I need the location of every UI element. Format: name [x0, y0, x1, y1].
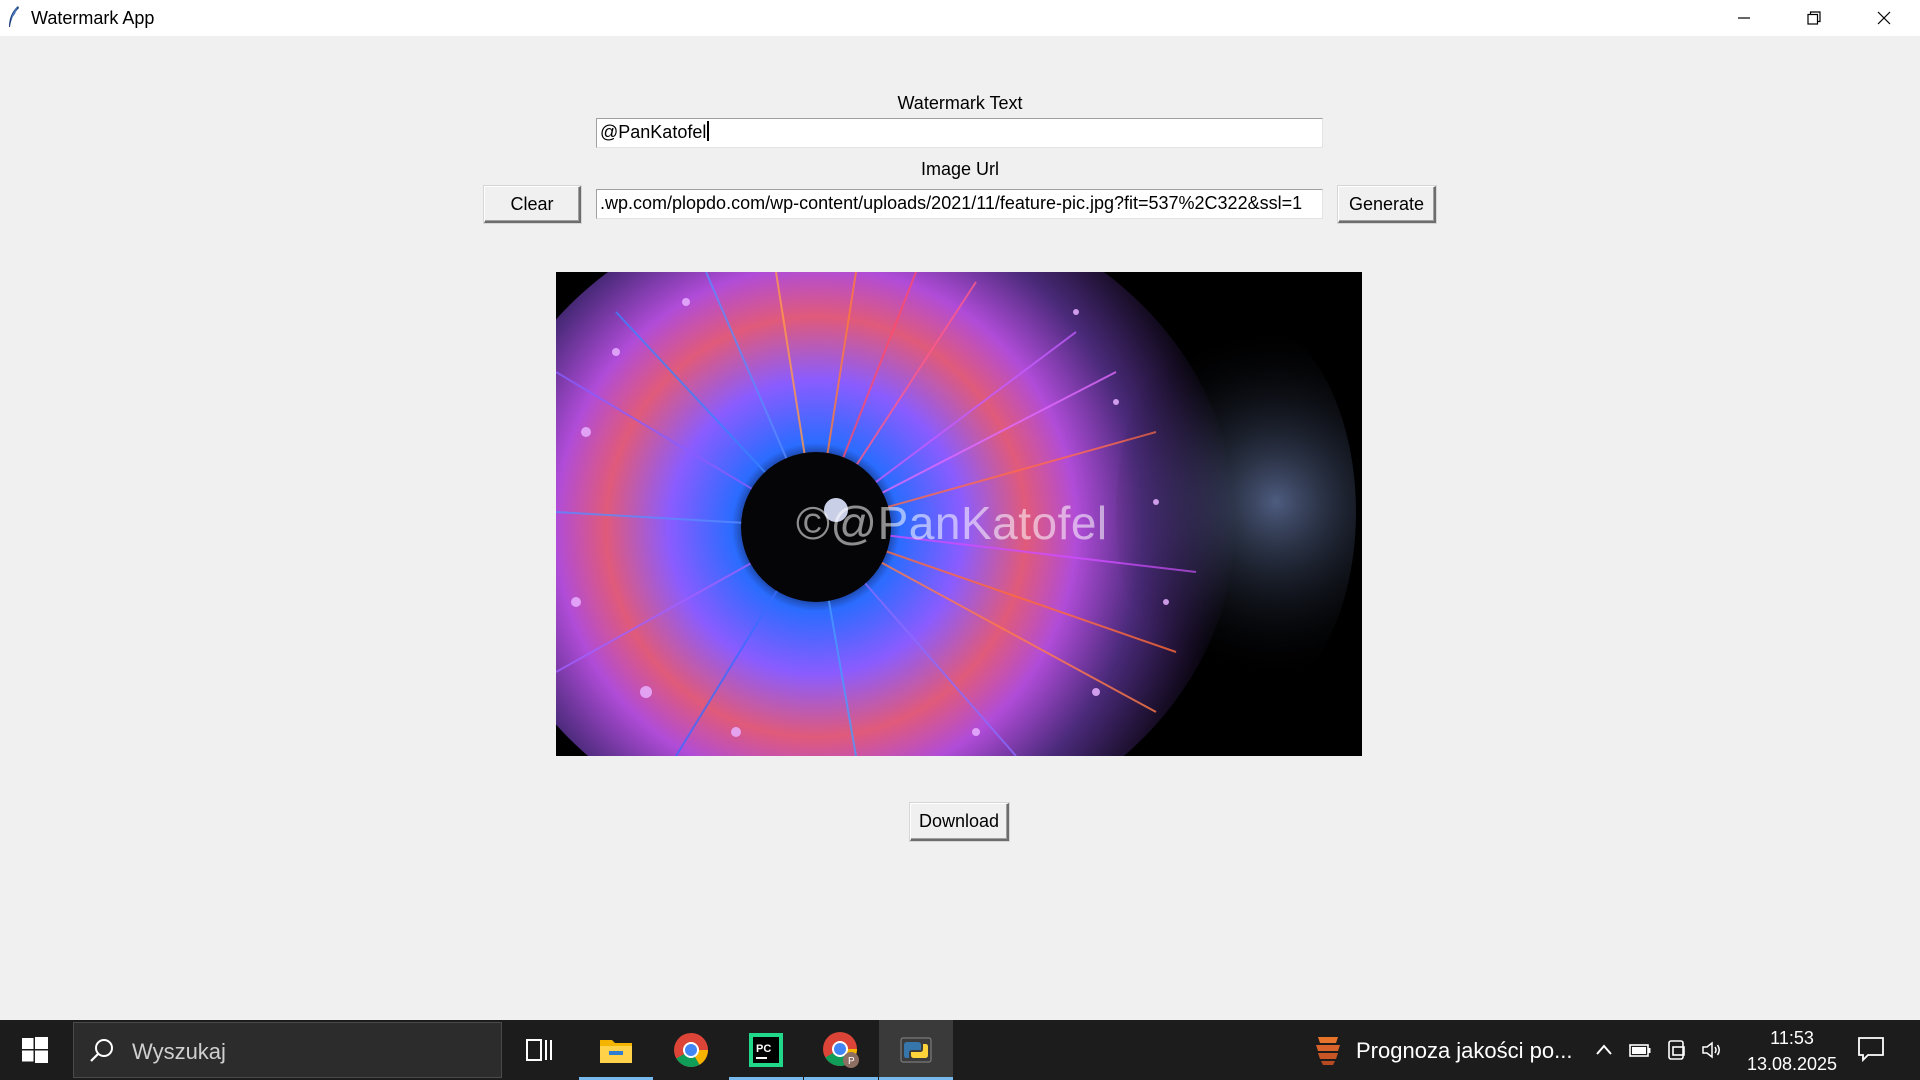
clock-date: 13.08.2025 — [1746, 1054, 1838, 1074]
svg-text:P: P — [848, 1056, 855, 1067]
taskbar-chrome[interactable] — [654, 1020, 728, 1080]
file-explorer-icon — [600, 1040, 632, 1063]
download-button[interactable]: Download — [910, 803, 1009, 841]
python-icon — [900, 1037, 932, 1063]
task-view-button[interactable] — [503, 1020, 577, 1080]
close-button[interactable] — [1849, 0, 1919, 36]
watermark-text-input[interactable]: @PanKatofel — [596, 118, 1323, 148]
news-widget-text: Prognoza jakości po... — [1356, 1038, 1573, 1063]
taskbar-news-widget[interactable]: Prognoza jakości po... — [1306, 1020, 1572, 1080]
taskbar-chrome-profile[interactable]: P — [804, 1020, 878, 1080]
window-title: Watermark App — [31, 8, 155, 28]
windows-logo-icon — [22, 1037, 48, 1063]
minimize-icon — [1738, 17, 1750, 19]
taskbar: Wyszukaj PC P Prognoza jakości po... 11:… — [0, 1020, 1920, 1080]
chrome-profile-icon: P — [823, 1032, 859, 1068]
watermark-text-value: @PanKatofel — [600, 122, 707, 142]
taskbar-clock[interactable]: 11:53 13.08.2025 — [1732, 1025, 1852, 1077]
image-url-value: .wp.com/plopdo.com/wp-content/uploads/20… — [600, 193, 1303, 213]
chrome-icon — [674, 1033, 708, 1067]
generate-button[interactable]: Generate — [1338, 186, 1436, 223]
speaker-icon[interactable] — [1700, 1038, 1724, 1062]
text-caret — [707, 121, 710, 141]
display-icon[interactable] — [1665, 1038, 1689, 1062]
minimize-button[interactable] — [1709, 0, 1779, 36]
restore-button[interactable] — [1779, 0, 1849, 36]
taskbar-pycharm[interactable]: PC — [729, 1020, 803, 1080]
feather-icon — [9, 6, 19, 27]
chevron-up-icon[interactable] — [1592, 1038, 1616, 1062]
clock-time: 11:53 — [1770, 1028, 1814, 1048]
title-bar: Watermark App — [0, 0, 1920, 36]
watermark-text-label: Watermark Text — [897, 93, 1023, 113]
watermark-overlay: ©@PanKatofel — [796, 497, 1108, 549]
restore-icon — [1807, 11, 1821, 25]
clear-button[interactable]: Clear — [484, 186, 581, 223]
air-quality-icon — [1316, 1037, 1340, 1065]
taskbar-python[interactable] — [879, 1020, 953, 1080]
search-placeholder: Wyszukaj — [132, 1039, 226, 1064]
taskbar-search-box[interactable]: Wyszukaj — [73, 1022, 502, 1078]
pycharm-icon: PC — [749, 1033, 783, 1067]
close-icon — [1877, 11, 1891, 25]
taskbar-file-explorer[interactable] — [579, 1020, 653, 1080]
notification-icon[interactable] — [1856, 1034, 1886, 1064]
image-preview: ©@PanKatofel — [556, 272, 1362, 756]
task-view-icon — [526, 1039, 552, 1061]
svg-text:PC: PC — [756, 1043, 771, 1055]
battery-icon[interactable] — [1628, 1038, 1652, 1062]
image-url-input[interactable]: .wp.com/plopdo.com/wp-content/uploads/20… — [596, 189, 1323, 219]
start-button[interactable] — [0, 1020, 70, 1080]
search-icon — [90, 1039, 113, 1062]
image-url-label: Image Url — [920, 159, 1000, 179]
